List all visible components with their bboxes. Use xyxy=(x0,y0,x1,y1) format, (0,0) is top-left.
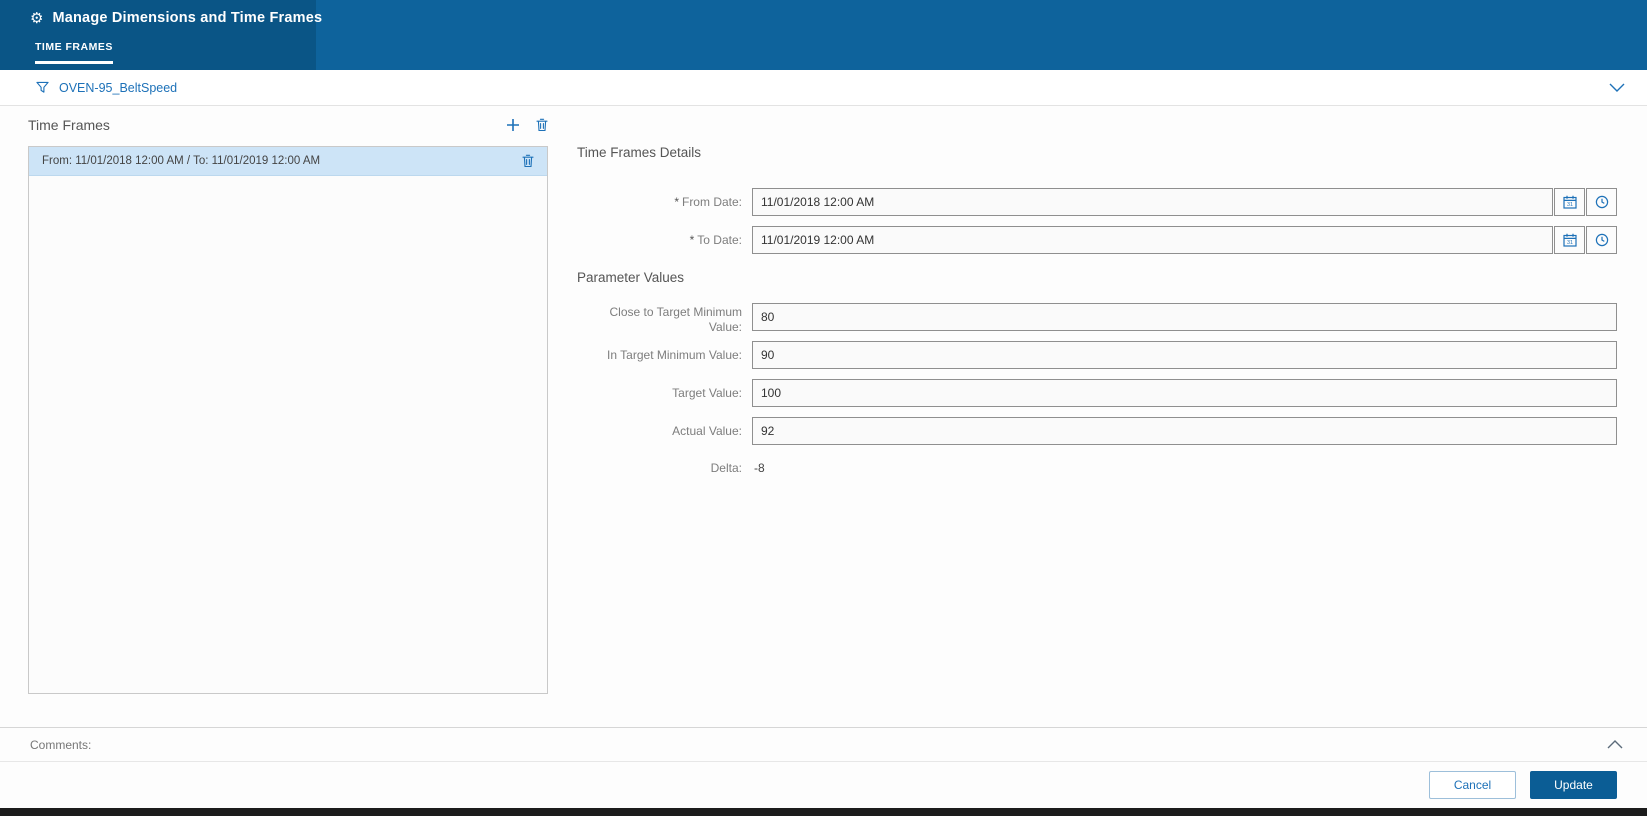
to-date-label: * To Date: xyxy=(689,233,742,247)
footer: Cancel Update xyxy=(0,761,1647,808)
to-date-field: 31 xyxy=(752,226,1617,254)
from-date-clock-button[interactable] xyxy=(1586,188,1617,216)
to-date-input[interactable] xyxy=(752,226,1553,254)
comments-label: Comments: xyxy=(30,737,92,752)
in-target-row: In Target Minimum Value: xyxy=(577,341,1617,369)
required-marker: * xyxy=(689,233,695,247)
comments-bar[interactable]: Comments: xyxy=(0,727,1647,761)
actual-value-label: Actual Value: xyxy=(672,424,742,438)
manage-dimensions-dialog: ⚙ Manage Dimensions and Time Frames TIME… xyxy=(0,0,1647,816)
header: ⚙ Manage Dimensions and Time Frames TIME… xyxy=(0,0,1647,70)
close-to-target-label: Close to Target Minimum Value: xyxy=(609,305,743,334)
to-date-calendar-button[interactable]: 31 xyxy=(1554,226,1585,254)
target-value-input[interactable] xyxy=(752,379,1617,407)
bottom-strip xyxy=(0,808,1647,816)
timeframe-item-label: From: 11/01/2018 12:00 AM / To: 11/01/20… xyxy=(42,155,321,167)
delete-timeframes-icon[interactable] xyxy=(536,118,548,132)
to-date-row: *To Date: 31 xyxy=(577,226,1617,254)
svg-text:31: 31 xyxy=(1567,240,1573,246)
dimension-link[interactable]: OVEN-95_BeltSpeed xyxy=(59,81,177,95)
dimension-bar: OVEN-95_BeltSpeed xyxy=(0,70,1647,106)
target-value-row: Target Value: xyxy=(577,379,1617,407)
from-date-label: * From Date: xyxy=(674,195,742,209)
delete-timeframe-row-icon[interactable] xyxy=(522,154,534,168)
tab-time-frames-label: TIME FRAMES xyxy=(35,41,113,53)
from-date-row: *From Date: 31 xyxy=(577,188,1617,216)
timeframes-panel-header: Time Frames xyxy=(28,117,548,133)
close-to-target-row: Close to Target Minimum Value: xyxy=(577,303,1617,335)
to-date-clock-button[interactable] xyxy=(1586,226,1617,254)
page-title: Manage Dimensions and Time Frames xyxy=(52,10,323,26)
target-value-label: Target Value: xyxy=(672,386,742,400)
tab-time-frames[interactable]: TIME FRAMES xyxy=(35,41,113,64)
delta-row: Delta: -8 xyxy=(577,461,1617,476)
required-marker: * xyxy=(674,195,679,209)
close-to-target-input[interactable] xyxy=(752,303,1617,331)
in-target-input[interactable] xyxy=(752,341,1617,369)
cancel-button[interactable]: Cancel xyxy=(1429,771,1516,799)
details-section-title: Time Frames Details xyxy=(577,145,702,160)
in-target-label: In Target Minimum Value: xyxy=(607,348,742,362)
svg-text:31: 31 xyxy=(1567,202,1573,208)
update-button[interactable]: Update xyxy=(1530,771,1617,799)
actual-value-row: Actual Value: xyxy=(577,417,1617,445)
manage-gear-icon: ⚙ xyxy=(30,9,44,27)
actual-value-input[interactable] xyxy=(752,417,1617,445)
filter-icon xyxy=(36,81,49,94)
timeframes-panel-title: Time Frames xyxy=(28,117,110,133)
timeframe-list-item[interactable]: From: 11/01/2018 12:00 AM / To: 11/01/20… xyxy=(29,147,547,176)
from-date-field: 31 xyxy=(752,188,1617,216)
chevron-down-icon[interactable] xyxy=(1609,83,1625,92)
delta-label: Delta: xyxy=(710,461,742,475)
title-row: ⚙ Manage Dimensions and Time Frames xyxy=(30,10,322,26)
delta-value: -8 xyxy=(754,461,765,475)
add-timeframe-icon[interactable] xyxy=(506,118,520,132)
parameter-values-title: Parameter Values xyxy=(577,270,685,285)
from-date-calendar-button[interactable]: 31 xyxy=(1554,188,1585,216)
from-date-input[interactable] xyxy=(752,188,1553,216)
chevron-up-icon[interactable] xyxy=(1607,740,1623,749)
timeframes-list: From: 11/01/2018 12:00 AM / To: 11/01/20… xyxy=(28,146,548,694)
